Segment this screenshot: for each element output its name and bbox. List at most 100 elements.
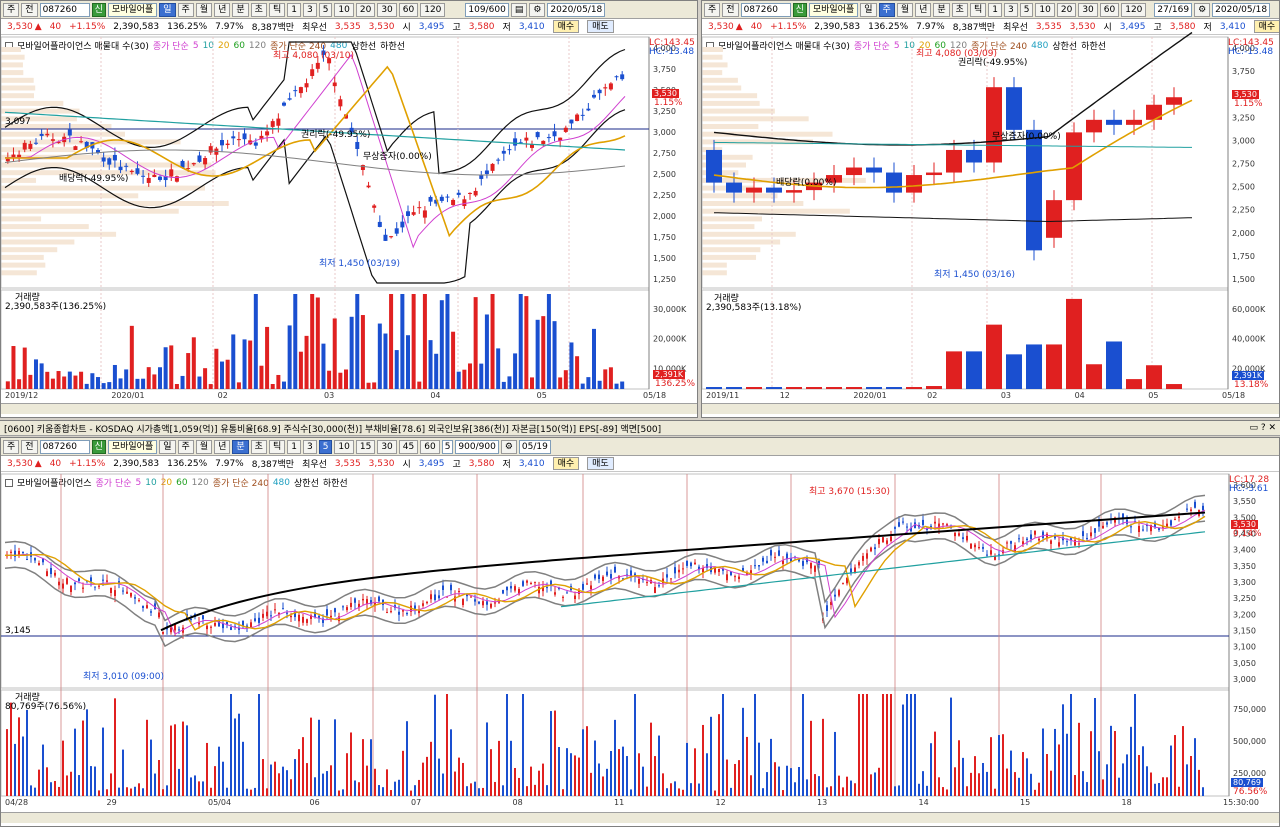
candle xyxy=(646,582,648,584)
candle xyxy=(597,89,602,94)
volume-bar xyxy=(400,294,405,389)
volume-bar xyxy=(542,763,544,796)
left-scrollbar[interactable] xyxy=(1,403,697,414)
high-annotation: 최고 3,670 (15:30) xyxy=(809,487,891,497)
volume-bar xyxy=(186,353,191,389)
volume-bar xyxy=(822,718,824,796)
candle xyxy=(398,611,400,615)
volume-bar xyxy=(610,751,612,796)
volume-bar xyxy=(738,760,740,796)
volume-bar xyxy=(214,766,216,796)
volume-bar xyxy=(1114,730,1116,796)
right-scrollbar[interactable] xyxy=(702,403,1279,414)
x-tick-label: 05 xyxy=(1148,391,1158,400)
candle xyxy=(206,625,208,630)
x-tick-label: 04/28 xyxy=(5,798,28,807)
candle xyxy=(1038,538,1040,541)
volume-profile-bar xyxy=(702,70,723,76)
volume-bar xyxy=(1022,752,1024,796)
volume-bar xyxy=(394,350,399,389)
left-price-chart[interactable]: 4,0003,7503,5003,2503,0002,7502,5002,250… xyxy=(1,1,698,418)
volume-profile-bar xyxy=(1,262,46,268)
candle xyxy=(150,611,152,613)
volume-bar xyxy=(150,739,152,796)
candle xyxy=(726,182,742,193)
candle xyxy=(630,570,632,576)
volume-bar xyxy=(282,381,286,389)
candle xyxy=(334,608,336,613)
candle xyxy=(486,601,488,605)
candle xyxy=(1178,516,1180,519)
x-tick-label: 03 xyxy=(1001,391,1011,400)
candle xyxy=(1142,529,1144,531)
candle xyxy=(566,592,568,594)
candle xyxy=(1086,537,1088,540)
price-tag: 3,530 xyxy=(1231,520,1258,529)
volume-bar xyxy=(411,294,416,389)
volume-bar xyxy=(118,787,120,796)
volume-bar xyxy=(451,331,456,389)
candle xyxy=(428,196,433,202)
volume-bar xyxy=(107,382,112,389)
volume-bar xyxy=(458,757,460,796)
candle xyxy=(946,524,948,526)
candle xyxy=(962,537,964,539)
volume-bar xyxy=(170,725,172,796)
volume-bar xyxy=(726,759,728,796)
volume-bar xyxy=(990,737,992,796)
volume-bar xyxy=(39,363,44,389)
candle xyxy=(986,87,1002,163)
ma20-line xyxy=(5,515,1206,631)
candle xyxy=(468,192,472,194)
volume-bar xyxy=(1070,694,1072,796)
volume-bar xyxy=(234,718,236,796)
volume-tick-label: 30,000K xyxy=(653,305,687,314)
volume-bar xyxy=(298,351,303,389)
window-controls-icon[interactable]: ▭ ? ✕ xyxy=(1249,423,1276,433)
volume-bar xyxy=(445,294,450,389)
candle xyxy=(430,594,432,600)
volume-bar xyxy=(84,383,89,389)
volume-bar xyxy=(138,783,140,796)
volume-bar xyxy=(90,766,92,796)
volume-bar xyxy=(225,359,230,389)
candle xyxy=(473,190,478,196)
x-tick-label: 15:30:00 xyxy=(1223,798,1259,807)
volume-bar xyxy=(1026,758,1028,796)
volume-bar xyxy=(293,294,298,389)
candle xyxy=(1106,522,1108,525)
candle xyxy=(360,165,365,170)
y-tick-label: 3,300 xyxy=(1233,578,1256,587)
candle xyxy=(456,192,461,195)
volume-bar xyxy=(450,729,452,796)
volume-bar xyxy=(1046,344,1062,389)
candle xyxy=(422,210,427,218)
candle xyxy=(400,221,405,228)
volume-bar xyxy=(914,694,916,796)
volume-profile-bar xyxy=(702,100,760,106)
y-tick-label: 3,550 xyxy=(1233,497,1256,506)
bottom-scrollbar[interactable] xyxy=(1,812,1279,823)
volume-bar xyxy=(473,297,478,389)
candle xyxy=(686,560,688,566)
volume-bar xyxy=(74,728,76,796)
volume-bar xyxy=(86,709,88,796)
x-tick-label: 2019/12 xyxy=(5,391,38,400)
volume-bar xyxy=(163,347,168,389)
volume-bar xyxy=(626,756,628,796)
candle xyxy=(426,601,428,604)
volume-bar xyxy=(1166,777,1168,796)
volume-bar xyxy=(389,294,394,389)
volume-bar xyxy=(154,773,156,796)
y-tick-label: 2,000 xyxy=(653,212,676,221)
candle xyxy=(402,610,404,612)
candle xyxy=(1030,534,1032,540)
volume-bar xyxy=(456,371,461,389)
candle xyxy=(58,581,60,586)
volume-bar xyxy=(966,786,968,796)
candle xyxy=(582,583,584,590)
bottom-price-chart[interactable]: 3,6003,5503,5003,4503,4003,3503,3003,250… xyxy=(1,438,1280,827)
candle xyxy=(174,624,176,631)
price-tag: 3,530 xyxy=(1232,90,1259,99)
volume-bar xyxy=(575,356,580,389)
